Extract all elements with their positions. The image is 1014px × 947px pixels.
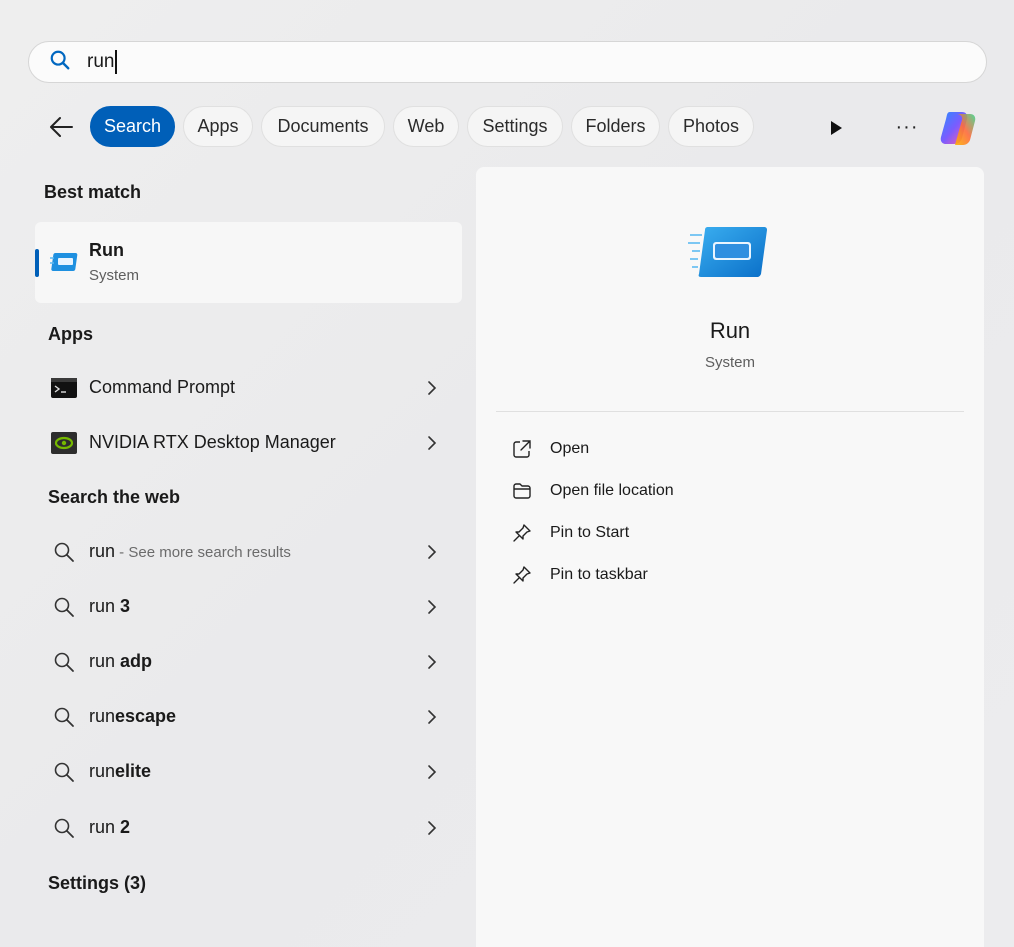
detail-app-subtitle: System xyxy=(704,354,755,371)
web-result-item[interactable]: runelite xyxy=(35,747,462,797)
nvidia-icon xyxy=(51,431,77,455)
chip-documents[interactable]: Documents xyxy=(261,106,385,147)
action-pin-to-taskbar[interactable]: Pin to taskbar xyxy=(506,559,946,591)
web-result-label: run 3 xyxy=(89,596,130,617)
search-web-heading: Search the web xyxy=(48,487,181,507)
query-prefix: run xyxy=(89,596,121,616)
run-app-icon xyxy=(688,225,768,279)
chevron-right-icon[interactable] xyxy=(425,599,439,615)
chip-web[interactable]: Web xyxy=(393,106,459,147)
chip-folders[interactable]: Folders xyxy=(571,106,660,147)
query-completion: adp xyxy=(120,651,153,671)
query-prefix: run xyxy=(89,706,116,726)
app-item-command-prompt[interactable]: Command Prompt xyxy=(35,363,462,413)
search-icon xyxy=(51,705,77,729)
divider xyxy=(496,411,964,412)
action-label: Pin to taskbar xyxy=(550,566,648,583)
chevron-right-icon[interactable] xyxy=(425,820,439,836)
detail-app-name: Run xyxy=(709,318,751,343)
detail-pane: Run System Open Open file location Pin t… xyxy=(476,167,984,947)
query-completion: 3 xyxy=(120,596,131,616)
chip-search[interactable]: Search xyxy=(90,106,175,147)
folder-icon xyxy=(513,483,531,499)
action-pin-to-start[interactable]: Pin to Start xyxy=(506,517,946,549)
query-prefix: run xyxy=(89,651,121,671)
query-completion: 2 xyxy=(120,817,131,837)
search-input-value: run xyxy=(87,51,115,72)
query-completion: elite xyxy=(115,761,152,781)
web-result-label: run adp xyxy=(89,651,152,672)
chevron-right-icon[interactable] xyxy=(425,764,439,780)
filter-bar: Search Apps Documents Web Settings Folde… xyxy=(0,106,1014,148)
action-open-file-location[interactable]: Open file location xyxy=(506,475,946,507)
app-item-label: Command Prompt xyxy=(89,377,236,397)
search-icon xyxy=(51,540,77,564)
best-match-name: Run xyxy=(89,240,124,260)
chevron-right-icon[interactable] xyxy=(425,709,439,725)
action-label: Open xyxy=(550,440,590,457)
action-open[interactable]: Open xyxy=(506,433,946,465)
search-icon xyxy=(51,650,77,674)
chevron-right-icon[interactable] xyxy=(425,654,439,670)
query-prefix: run xyxy=(89,541,116,561)
web-result-label: runescape xyxy=(89,706,176,727)
search-box[interactable]: run xyxy=(28,41,987,83)
text-caret xyxy=(115,50,117,74)
chip-settings[interactable]: Settings xyxy=(467,106,563,147)
web-result-label: run 2 xyxy=(89,817,130,838)
chevron-right-icon[interactable] xyxy=(425,380,439,396)
scroll-right-play-icon[interactable] xyxy=(826,118,846,138)
run-app-icon xyxy=(50,250,80,274)
copilot-icon[interactable] xyxy=(938,108,978,148)
web-result-label: runelite xyxy=(89,761,151,782)
pin-icon xyxy=(513,524,531,542)
search-icon xyxy=(51,816,77,840)
web-result-label: run - See more search results xyxy=(89,541,291,562)
query-completion: escape xyxy=(115,706,177,726)
web-result-item[interactable]: run 3 xyxy=(35,582,462,632)
command-prompt-icon xyxy=(51,376,77,400)
search-icon xyxy=(51,760,77,784)
apps-heading: Apps xyxy=(48,324,93,344)
best-match-heading: Best match xyxy=(44,182,142,202)
search-icon xyxy=(49,49,71,76)
query-prefix: run xyxy=(89,761,116,781)
query-prefix: run xyxy=(89,817,121,837)
see-more-text: - See more search results xyxy=(115,544,291,561)
app-item-nvidia[interactable]: NVIDIA RTX Desktop Manager xyxy=(35,418,462,468)
best-match-item[interactable]: Run System xyxy=(35,222,462,303)
pin-icon xyxy=(513,566,531,584)
app-item-label: NVIDIA RTX Desktop Manager xyxy=(89,432,336,452)
chip-apps[interactable]: Apps xyxy=(183,106,253,147)
web-result-item[interactable]: run 2 xyxy=(35,803,462,853)
web-result-item[interactable]: run adp xyxy=(35,637,462,687)
chevron-right-icon[interactable] xyxy=(425,544,439,560)
more-options-button[interactable]: ··· xyxy=(892,114,922,140)
chevron-right-icon[interactable] xyxy=(425,435,439,451)
best-match-subtitle: System xyxy=(89,267,140,284)
settings-heading[interactable]: Settings (3) xyxy=(48,873,146,894)
selection-indicator xyxy=(35,249,39,277)
chip-photos[interactable]: Photos xyxy=(668,106,754,147)
action-label: Pin to Start xyxy=(550,524,630,541)
open-external-icon xyxy=(513,440,531,458)
web-result-item[interactable]: runescape xyxy=(35,692,462,742)
search-input[interactable]: run xyxy=(87,50,117,74)
web-result-item[interactable]: run - See more search results xyxy=(35,527,462,577)
back-arrow-icon[interactable] xyxy=(46,114,76,140)
action-label: Open file location xyxy=(550,482,674,499)
search-icon xyxy=(51,595,77,619)
